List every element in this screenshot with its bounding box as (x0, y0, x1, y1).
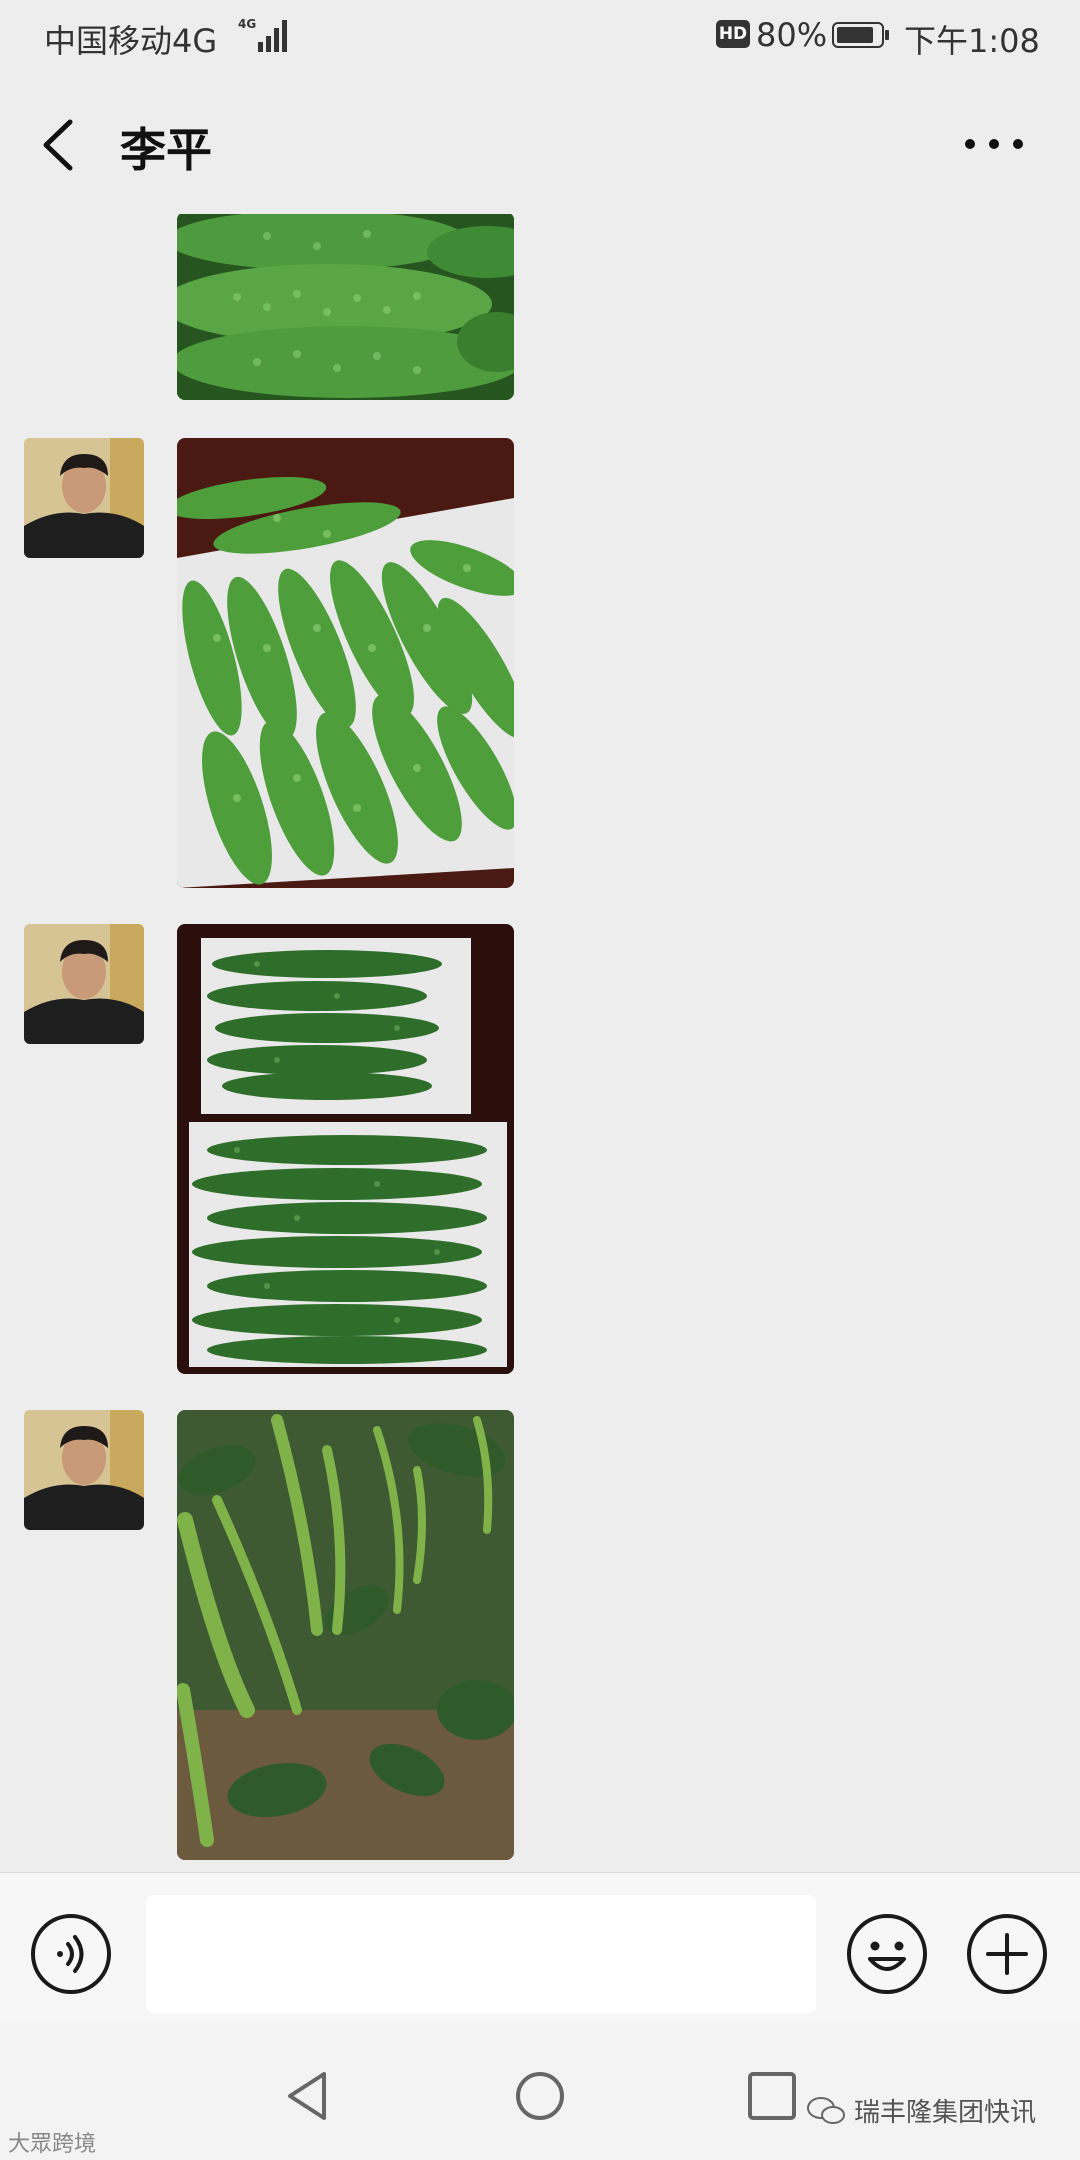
system-navigation-bar (0, 2022, 1080, 2160)
watermark-right-text: 瑞丰隆集团快讯 (854, 2098, 1037, 2128)
more-options-icon[interactable] (956, 114, 1036, 174)
avatar[interactable] (24, 438, 144, 558)
bitter-melon-boxes-photo (177, 924, 514, 1374)
message-image[interactable] (177, 1410, 514, 1860)
status-bar: 中国移动4G 4G HD 80% 下午1:08 (0, 0, 1080, 76)
wechat-icon (807, 2096, 845, 2124)
bitter-melon-photo (177, 214, 514, 400)
carrier-label: 中国移动4G (44, 22, 218, 60)
message-image[interactable] (177, 438, 514, 888)
signal-icon: 4G (238, 17, 287, 52)
system-back-icon[interactable] (280, 2068, 336, 2124)
clock: 下午1:08 (904, 22, 1040, 60)
watermark-left: 大眾跨境 (8, 2126, 96, 2158)
svg-text:4G: 4G (238, 17, 256, 31)
system-recents-icon[interactable] (744, 2068, 800, 2124)
message-input[interactable] (146, 1895, 816, 2013)
battery-percent: 80% (756, 16, 828, 54)
input-bar (0, 1872, 1080, 2023)
chat-header: 李平 (0, 76, 1080, 214)
avatar[interactable] (24, 1410, 144, 1530)
avatar-photo (24, 438, 144, 558)
bitter-melon-photo (177, 438, 514, 888)
battery-icon (832, 22, 889, 48)
chat-messages (0, 214, 1080, 1872)
back-arrow-icon[interactable] (28, 110, 88, 180)
message-image[interactable] (177, 214, 514, 400)
emoji-icon[interactable] (846, 1913, 928, 1995)
chat-title: 李平 (120, 123, 212, 177)
hd-badge: HD (716, 20, 750, 48)
chili-pepper-photo (177, 1410, 514, 1860)
message-image[interactable] (177, 924, 514, 1374)
system-home-icon[interactable] (512, 2068, 568, 2124)
avatar[interactable] (24, 924, 144, 1044)
plus-icon[interactable] (966, 1913, 1048, 1995)
watermark-right: 瑞丰隆集团快讯 (806, 2092, 1036, 2129)
voice-input-icon[interactable] (30, 1913, 112, 1995)
avatar-photo (24, 924, 144, 1044)
avatar-photo (24, 1410, 144, 1530)
watermark-left-text: 大眾跨境 (8, 2132, 97, 2157)
